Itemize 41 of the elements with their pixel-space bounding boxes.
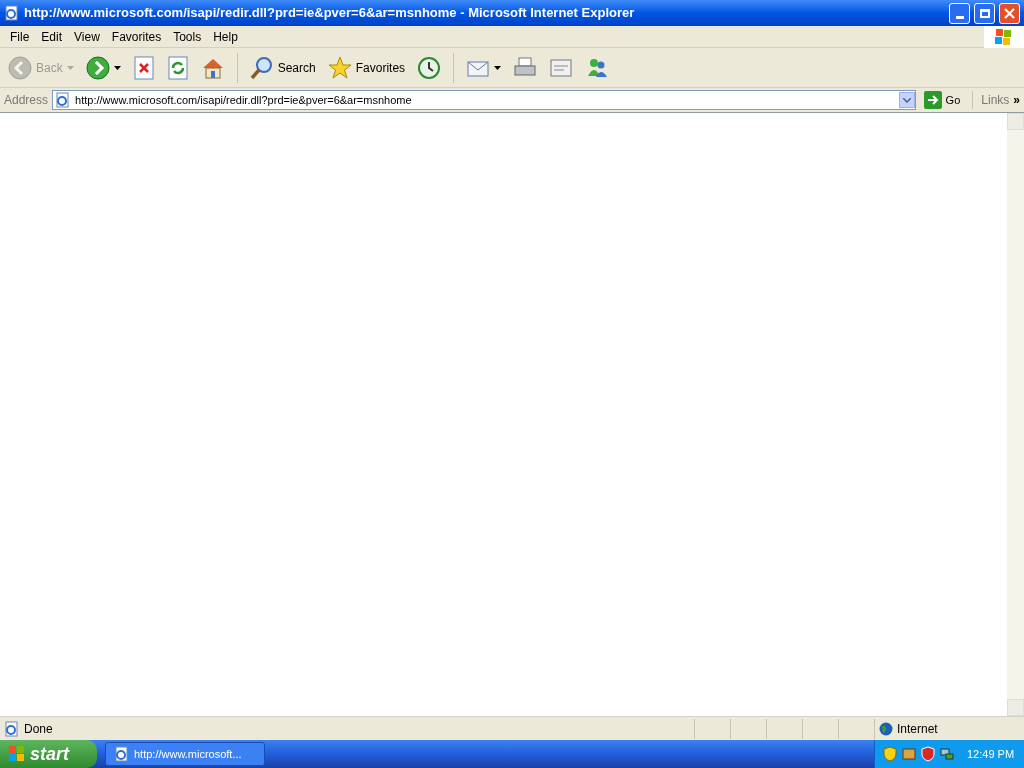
page-icon xyxy=(4,720,20,737)
status-text: Done xyxy=(24,720,54,738)
go-button[interactable]: Go xyxy=(919,91,965,109)
refresh-icon xyxy=(166,55,189,80)
page-icon xyxy=(4,5,20,21)
windows-logo-icon xyxy=(8,745,26,763)
menu-item[interactable]: Edit xyxy=(35,27,69,46)
menu-item[interactable]: Tools xyxy=(167,27,208,46)
windows-logo-icon xyxy=(984,25,1024,48)
clock: 12:49 PM xyxy=(967,746,1015,762)
network-icon xyxy=(939,746,955,762)
more-links-button[interactable]: » xyxy=(1013,91,1020,109)
tray-app-icon xyxy=(901,746,917,762)
menu-item[interactable]: Help xyxy=(207,27,244,46)
window-title: http://www.microsoft.com/isapi/redir.dll?prd=ie&pver=6&ar=msnhome - Microsoft Internet Explorer xyxy=(24,4,636,23)
close-button[interactable] xyxy=(999,2,1020,24)
clock-icon xyxy=(417,55,442,80)
page-icon xyxy=(114,746,130,762)
globe-icon xyxy=(879,721,893,736)
search-button[interactable]: Search xyxy=(245,50,320,85)
shield-icon xyxy=(921,746,935,762)
address-field[interactable]: http://www.microsoft.com/isapi/redir.dll?prd=ie&pver=6&ar=msnhome xyxy=(52,90,916,110)
dropdown-button[interactable] xyxy=(898,92,915,108)
menu-item[interactable]: File xyxy=(4,27,36,46)
scrollbar[interactable] xyxy=(1007,113,1024,716)
star-icon xyxy=(327,55,352,80)
minimize-button[interactable] xyxy=(949,2,970,24)
stop-icon xyxy=(132,55,155,80)
menu-item[interactable]: Favorites xyxy=(105,27,168,46)
restore-button[interactable] xyxy=(974,2,995,24)
taskbar-button[interactable]: http://www.microsoft... xyxy=(105,742,265,766)
search-icon xyxy=(249,55,274,80)
page-icon xyxy=(55,92,72,108)
favorites-button[interactable]: Favorites xyxy=(323,50,410,85)
links-button[interactable]: Links xyxy=(972,91,1010,109)
address-label: Address xyxy=(4,92,49,109)
menu-item[interactable]: View xyxy=(68,27,106,46)
caret-icon xyxy=(902,97,911,103)
close-icon xyxy=(1004,7,1015,19)
security-zone: Internet xyxy=(897,720,938,738)
shield-icon xyxy=(883,746,897,762)
